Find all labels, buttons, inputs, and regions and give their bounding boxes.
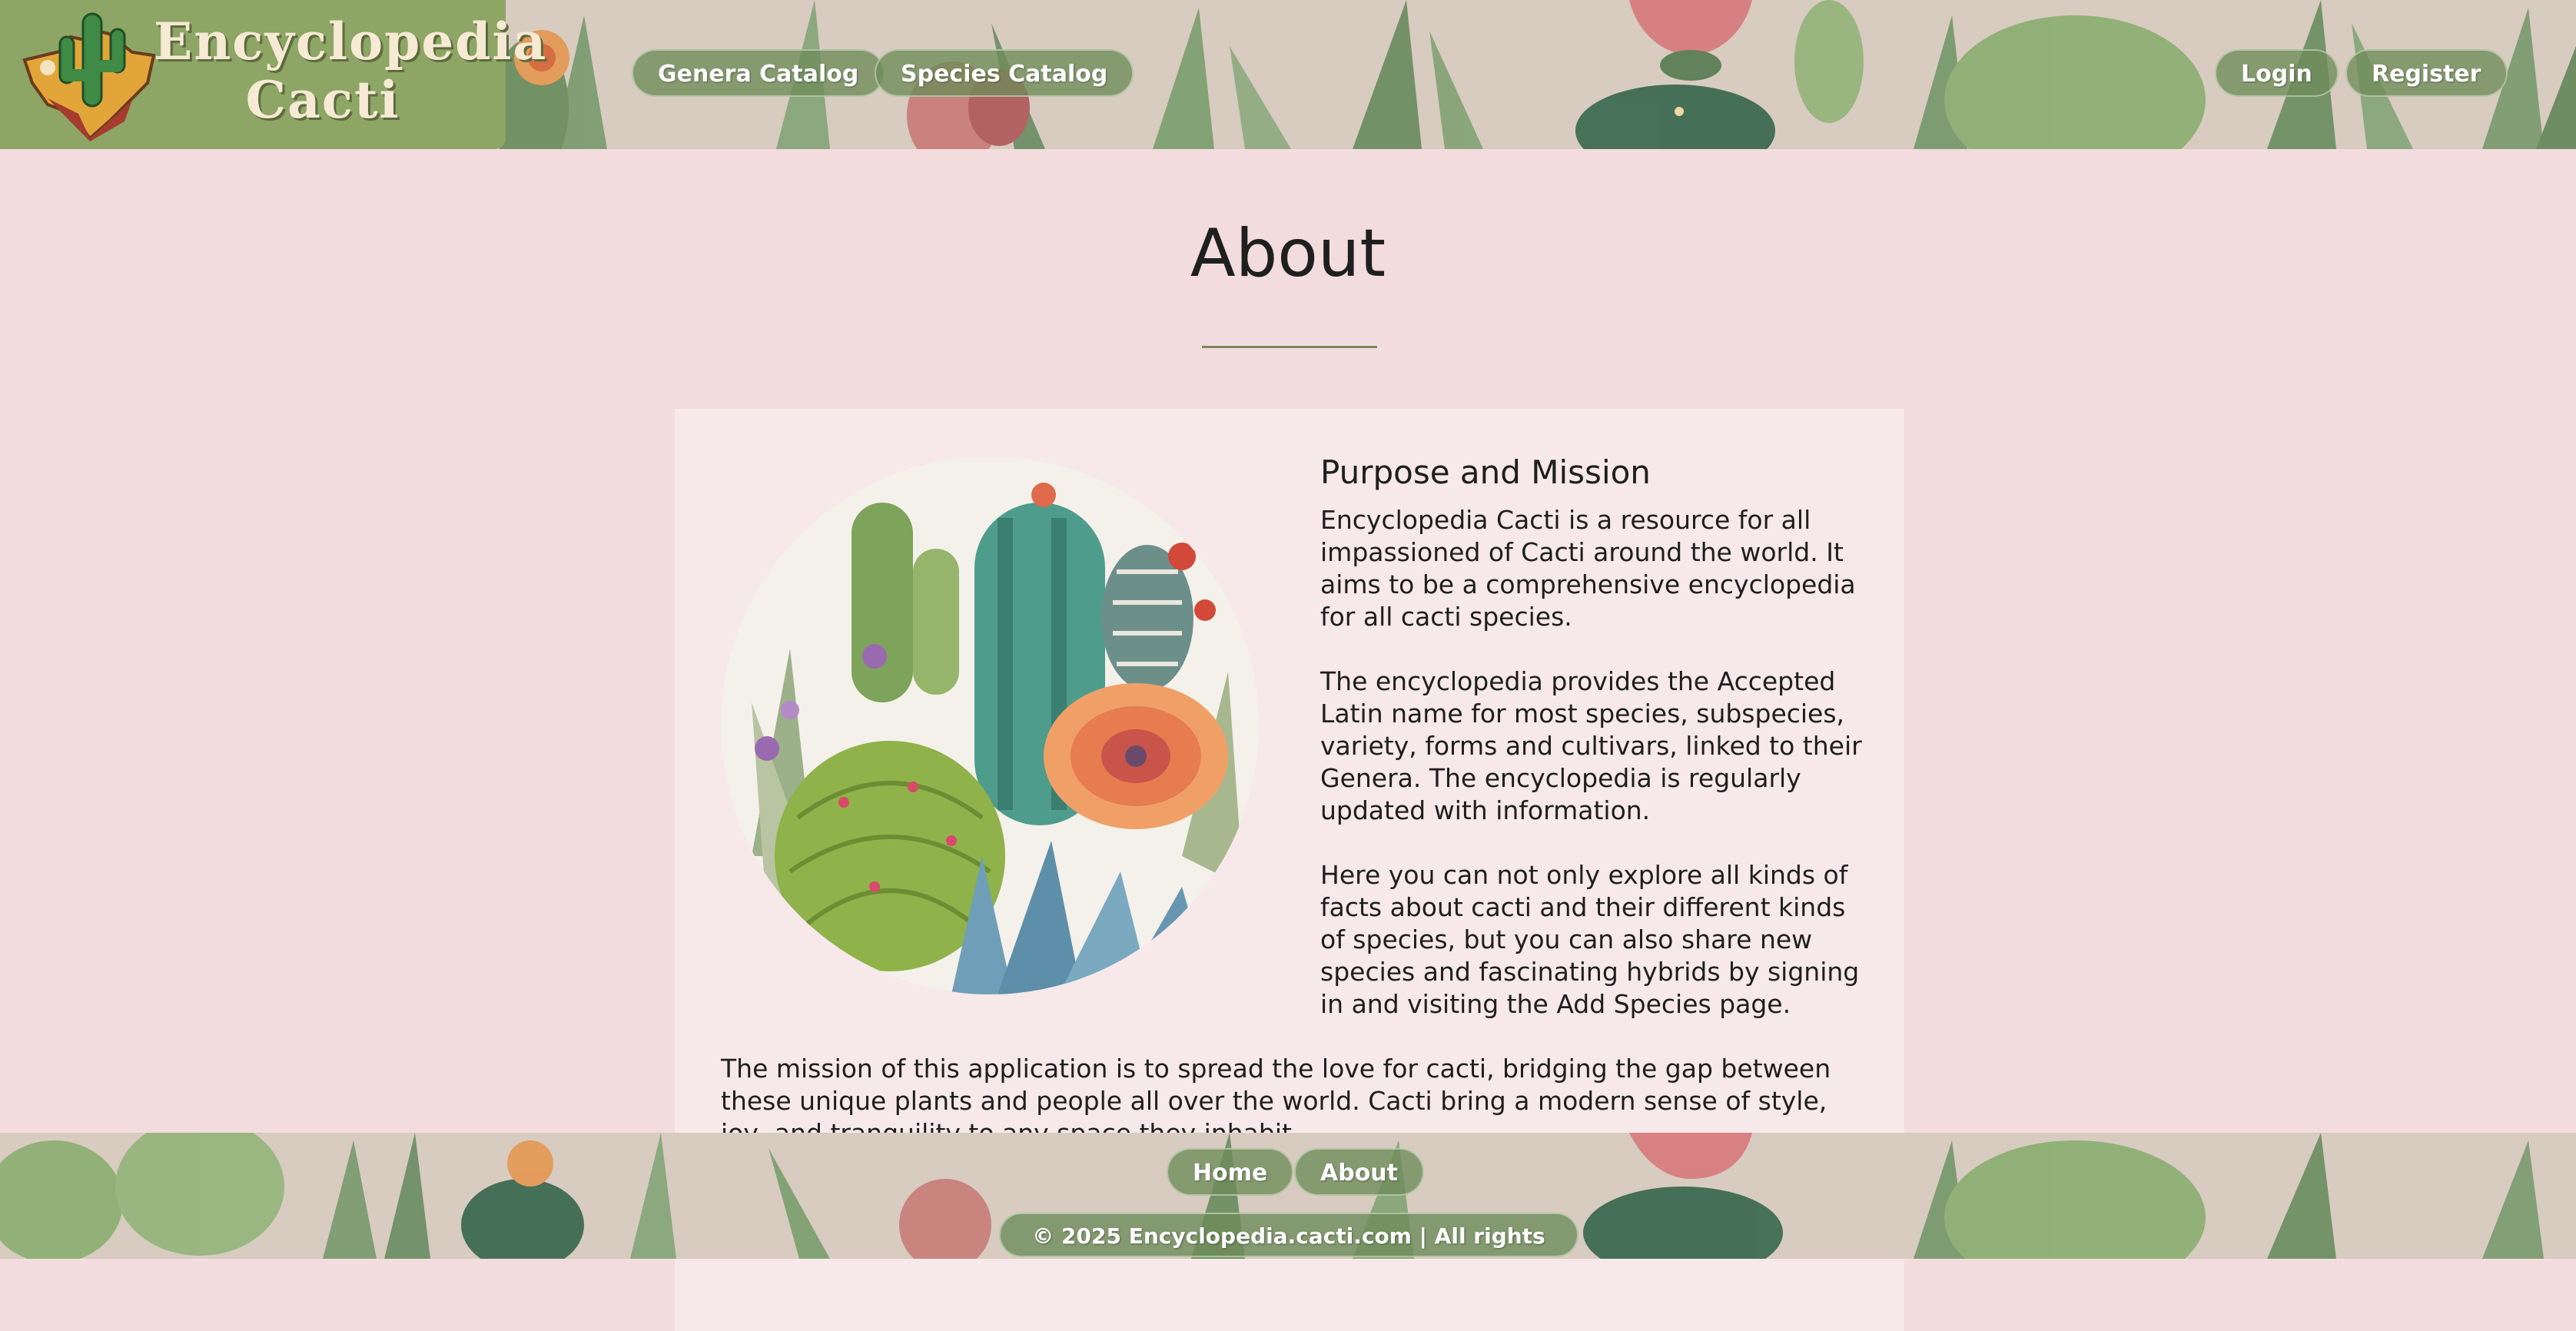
logo-line-1: Encyclopedia: [154, 12, 548, 71]
logo-line-2: Cacti: [245, 70, 400, 130]
site-logo-text: Encyclopedia Cacti: [154, 12, 548, 130]
cactus-bouquet-illustration-icon: [721, 456, 1259, 994]
cactus-texas-logo-icon: [22, 12, 156, 141]
paragraph-3: Here you can not only explore all kinds …: [1320, 860, 1860, 1019]
paragraph-2: The encyclopedia provides the Accepted L…: [1320, 666, 1862, 825]
footer-about-link[interactable]: About: [1294, 1148, 1425, 1196]
login-button[interactable]: Login: [2215, 49, 2339, 97]
title-divider: [1202, 346, 1377, 348]
site-logo[interactable]: Encyclopedia Cacti: [0, 0, 548, 149]
footer-home-link[interactable]: Home: [1167, 1148, 1294, 1196]
register-button[interactable]: Register: [2345, 49, 2508, 97]
nav-species-catalog[interactable]: Species Catalog: [875, 49, 1134, 97]
page-title: About: [1190, 215, 1386, 292]
site-header: Encyclopedia Cacti Genera Catalog Specie…: [0, 0, 2576, 149]
nav-genera-catalog[interactable]: Genera Catalog: [632, 49, 885, 97]
copyright-text: © 2025 Encyclopedia.cacti.com | All righ…: [999, 1213, 1578, 1257]
section-heading: Purpose and Mission: [1320, 453, 1651, 491]
paragraph-1: Encyclopedia Cacti is a resource for all…: [1320, 505, 1856, 632]
site-footer: Home About © 2025 Encyclopedia.cacti.com…: [0, 1133, 2576, 1259]
